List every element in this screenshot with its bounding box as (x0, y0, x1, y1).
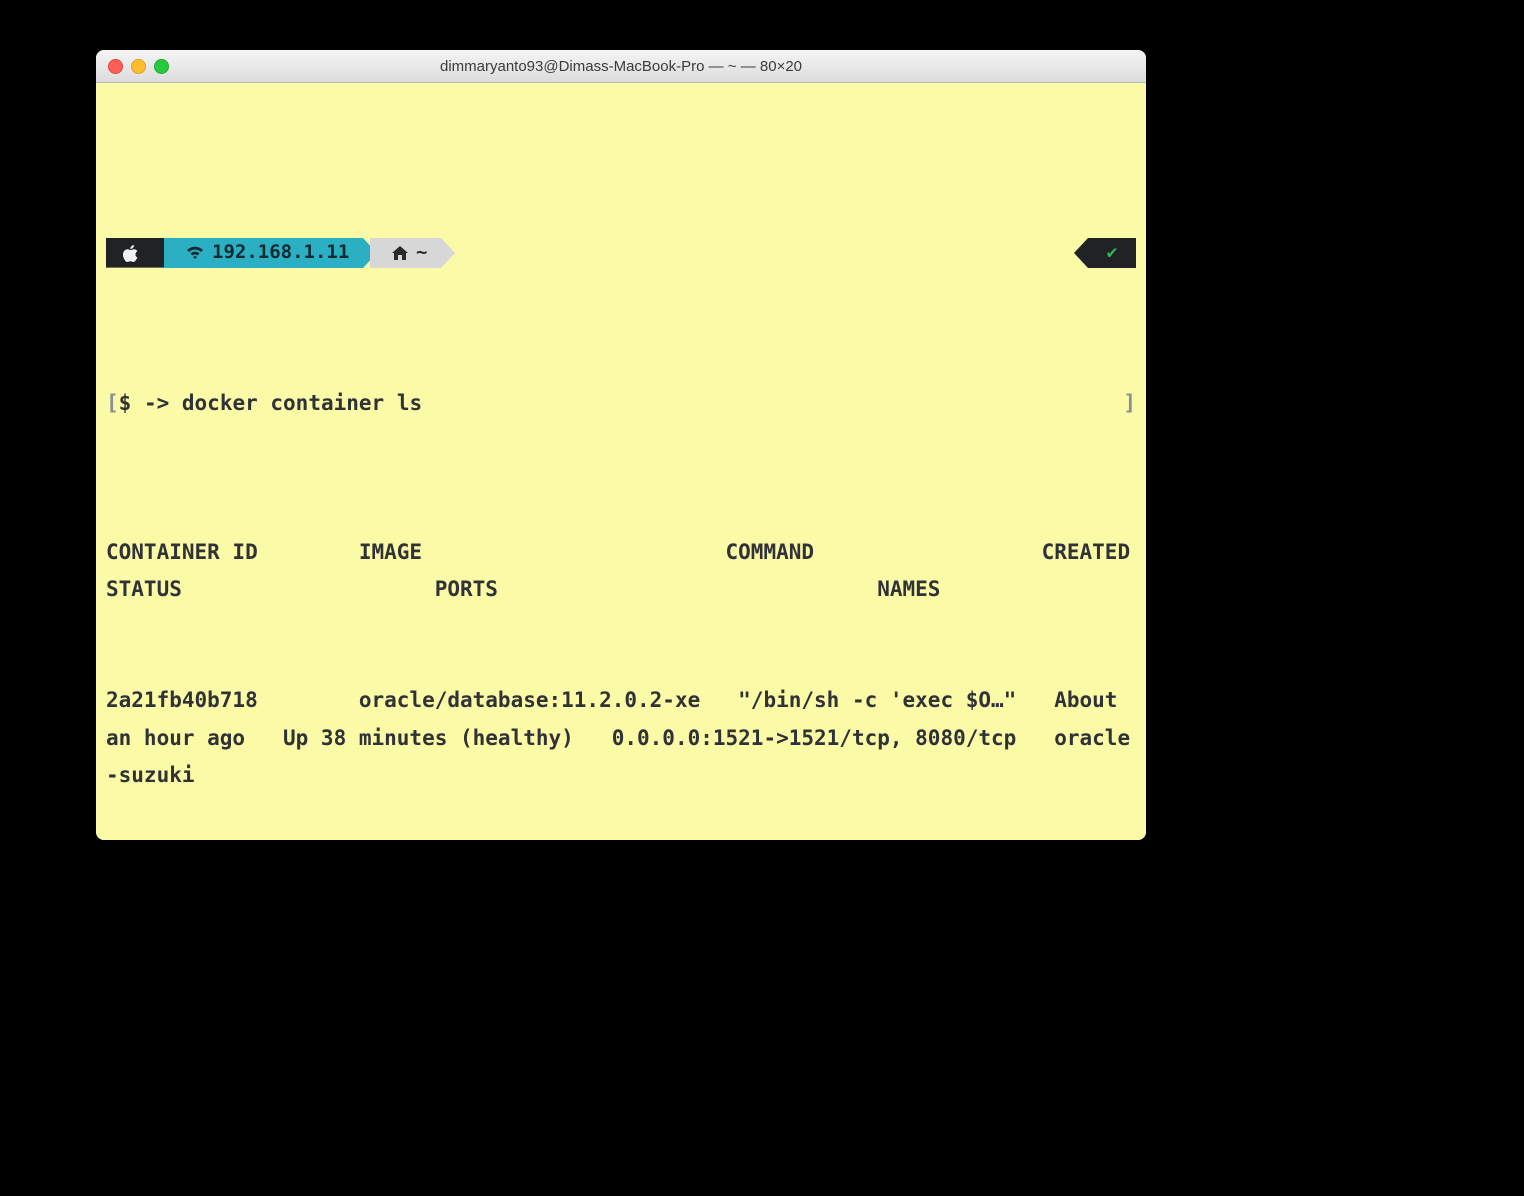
traffic-lights (108, 59, 169, 74)
command-line-1: [$ -> docker container ls] (106, 385, 1136, 422)
home-icon (392, 246, 408, 260)
check-icon: ✔ (1107, 237, 1118, 269)
prompt-row: 192.168.1.11 ~ ✔ (106, 236, 1136, 272)
minimize-button[interactable] (131, 59, 146, 74)
prompt-host-text: 192.168.1.11 (212, 236, 349, 270)
prompt-segment-os (106, 238, 164, 268)
apple-icon (123, 244, 139, 262)
output-headers: CONTAINER ID IMAGE COMMAND CREATED STATU… (106, 534, 1136, 608)
prompt-path-text: ~ (416, 236, 427, 270)
output-row: 2a21fb40b718 oracle/database:11.2.0.2-xe… (106, 682, 1136, 793)
terminal-body[interactable]: 192.168.1.11 ~ ✔ [$ -> docker container … (96, 83, 1146, 840)
maximize-button[interactable] (154, 59, 169, 74)
terminal-window: dimmaryanto93@Dimass-MacBook-Pro — ~ — 8… (96, 50, 1146, 840)
titlebar[interactable]: dimmaryanto93@Dimass-MacBook-Pro — ~ — 8… (96, 50, 1146, 83)
command-text: docker container ls (182, 391, 422, 415)
close-button[interactable] (108, 59, 123, 74)
window-title: dimmaryanto93@Dimass-MacBook-Pro — ~ — 8… (96, 58, 1146, 75)
prompt-segment-host: 192.168.1.11 (164, 238, 363, 268)
prompt-segment-path: ~ (370, 238, 441, 268)
prompt-status-ok: ✔ (1088, 238, 1136, 268)
wifi-icon (186, 245, 204, 261)
bracket-close: ] (1123, 385, 1136, 422)
